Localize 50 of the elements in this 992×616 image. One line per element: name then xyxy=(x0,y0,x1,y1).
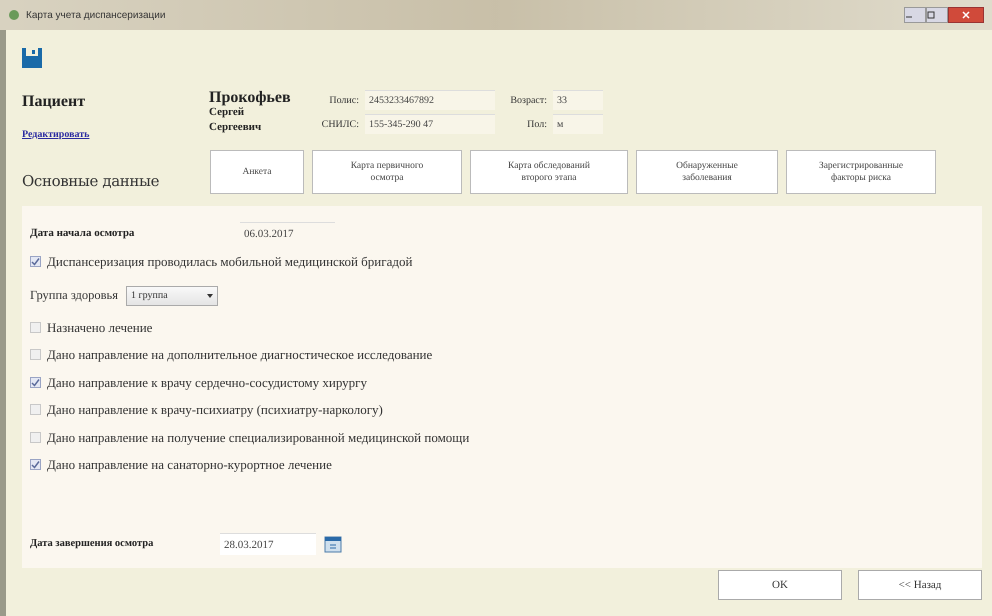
input-field[interactable]: 2453233467892 xyxy=(365,90,495,110)
checkbox-label: Дано направление на санаторно-курортное лечение xyxy=(47,456,332,474)
tab-button[interactable]: Обнаруженные заболевания xyxy=(636,150,778,194)
patient-last-name: Прокофьев xyxy=(209,90,292,105)
checkbox[interactable] xyxy=(30,376,41,388)
checkbox-label: Дано направление к врачу-психиатру (психиатру-наркологу) xyxy=(47,401,383,419)
calendar-icon[interactable] xyxy=(324,534,342,552)
dialog-button[interactable]: << Назад xyxy=(858,570,982,600)
caret-icon xyxy=(207,294,214,298)
input-field[interactable]: 155-345-290 47 xyxy=(365,114,495,134)
date-field[interactable]: 06.03.2017 xyxy=(240,222,335,244)
close-button[interactable] xyxy=(948,7,984,23)
close-icon xyxy=(962,11,970,19)
patient-heading: Пациент xyxy=(22,92,86,112)
app-icon xyxy=(8,9,20,21)
field-label: Дата начала осмотра xyxy=(30,226,136,241)
tab-button[interactable]: Карта первичного осмотра xyxy=(312,150,462,194)
checkbox[interactable] xyxy=(30,349,41,360)
edit-link[interactable]: Редактировать xyxy=(22,127,209,142)
checkbox[interactable] xyxy=(30,256,41,268)
window-title: Карта учета диспансеризации xyxy=(26,8,166,22)
tab-button[interactable]: Анкета xyxy=(210,150,304,194)
checkbox[interactable] xyxy=(30,432,41,443)
checkbox[interactable] xyxy=(30,459,41,470)
input-field[interactable]: м xyxy=(553,114,603,134)
patient-first-name: Сергей xyxy=(209,106,246,120)
field-label: Пол: xyxy=(526,118,547,132)
field-label: Возраст: xyxy=(509,94,547,108)
section-title: Основные данные xyxy=(22,170,160,192)
field-label: СНИЛС: xyxy=(320,118,359,132)
checkbox-label: Диспансеризация проводилась мобильной медицинской бригадой xyxy=(47,253,412,271)
checkbox[interactable] xyxy=(30,322,41,333)
checkbox-label: Назначено лечение xyxy=(47,318,152,336)
field-label: Дата завершения осмотра xyxy=(30,536,154,551)
field-label: Полис: xyxy=(328,94,359,108)
date-field[interactable]: 28.03.2017 xyxy=(220,532,316,554)
checkbox-label: Дано направление на дополнительное диагностическое исследование xyxy=(47,346,432,364)
dialog-button[interactable]: OK xyxy=(718,570,842,600)
checkbox-label: Дано направление на получение специализированной медицинской помощи xyxy=(47,428,470,447)
maximize-icon xyxy=(927,11,935,19)
save-icon[interactable] xyxy=(22,48,42,68)
input-field[interactable]: 33 xyxy=(553,90,603,110)
tab-button[interactable]: Зарегистрированные факторы риска xyxy=(786,150,936,194)
checkbox[interactable] xyxy=(30,404,41,416)
tab-button[interactable]: Карта обследований второго этапа xyxy=(470,150,628,194)
field-label: Группа здоровья xyxy=(30,287,118,304)
maximize-button[interactable] xyxy=(926,7,948,23)
checkbox-label: Дано направление к врачу сердечно-сосудистому хирургу xyxy=(47,374,368,392)
patient-patronymic: Сергеевич xyxy=(209,120,262,135)
health-group-dropdown[interactable]: 1 группа xyxy=(126,286,218,306)
